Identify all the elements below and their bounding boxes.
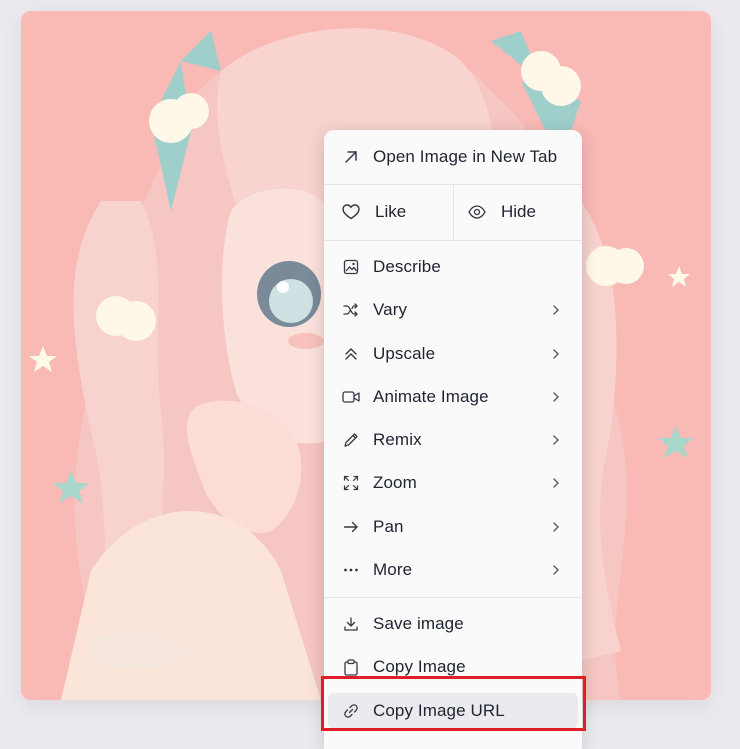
clipboard-icon [342, 658, 360, 676]
zoom-label: Zoom [373, 473, 417, 492]
animate-image-label: Animate Image [373, 387, 489, 406]
page: Open Image in New Tab Like Hide Describe… [0, 0, 740, 749]
expand-icon [342, 474, 360, 492]
chevron-right-icon [548, 477, 564, 489]
ellipsis-icon [342, 561, 360, 579]
pencil-icon [342, 431, 360, 449]
hide-button[interactable]: Hide [458, 194, 578, 230]
chevron-right-icon [548, 391, 564, 403]
menu-vertical-divider [453, 184, 454, 240]
vary-label: Vary [373, 300, 408, 319]
chevron-right-icon [548, 348, 564, 360]
image-icon [342, 258, 360, 276]
open-in-new-tab-menu-item[interactable]: Open Image in New Tab [328, 139, 578, 175]
more-menu-item[interactable]: More [328, 552, 578, 588]
heart-icon [342, 203, 360, 221]
remix-label: Remix [373, 430, 422, 449]
double-chevron-up-icon [342, 345, 360, 363]
highlight-box [321, 676, 586, 731]
chevron-right-icon [548, 304, 564, 316]
arrow-right-icon [342, 518, 360, 536]
pan-menu-item[interactable]: Pan [328, 509, 578, 545]
download-icon [342, 615, 360, 633]
arrow-up-right-icon [342, 148, 360, 166]
eye-icon [468, 203, 486, 221]
save-image-label: Save image [373, 614, 464, 633]
upscale-label: Upscale [373, 344, 436, 363]
like-hide-row: Like Hide [324, 184, 582, 240]
chevron-right-icon [548, 521, 564, 533]
more-label: More [373, 560, 413, 579]
hide-label: Hide [501, 202, 536, 221]
chevron-right-icon [548, 564, 564, 576]
like-button[interactable]: Like [328, 194, 449, 230]
copy-image-label: Copy Image [373, 657, 466, 676]
save-image-menu-item[interactable]: Save image [328, 606, 578, 642]
upscale-menu-item[interactable]: Upscale [328, 336, 578, 372]
animate-image-menu-item[interactable]: Animate Image [328, 379, 578, 415]
zoom-menu-item[interactable]: Zoom [328, 465, 578, 501]
pan-label: Pan [373, 517, 404, 536]
describe-menu-item[interactable]: Describe [328, 249, 578, 285]
vary-menu-item[interactable]: Vary [328, 292, 578, 328]
video-icon [342, 388, 360, 406]
open-in-new-tab-label: Open Image in New Tab [373, 147, 558, 166]
chevron-right-icon [548, 434, 564, 446]
remix-menu-item[interactable]: Remix [328, 422, 578, 458]
shuffle-icon [342, 301, 360, 319]
like-label: Like [375, 202, 407, 221]
menu-divider [324, 597, 582, 598]
describe-label: Describe [373, 257, 441, 276]
menu-divider [324, 240, 582, 241]
context-menu: Open Image in New Tab Like Hide Describe… [324, 130, 582, 749]
